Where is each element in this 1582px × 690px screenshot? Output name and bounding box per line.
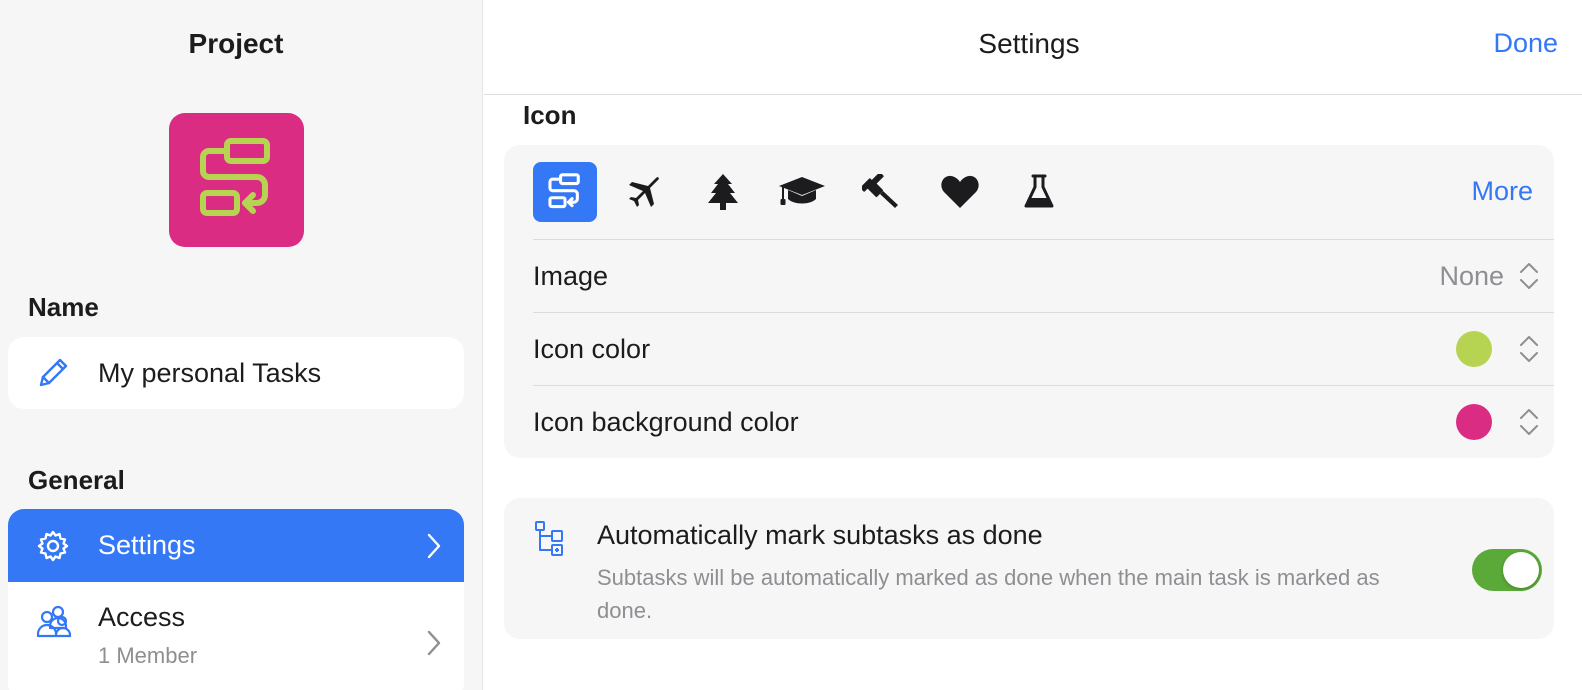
airplane-icon xyxy=(629,177,659,207)
icon-choice-gavel[interactable] xyxy=(849,162,913,222)
icon-picker: More xyxy=(533,162,1533,222)
up-down-chevron-icon xyxy=(1520,336,1538,362)
name-section-label: Name xyxy=(28,292,99,322)
sidebar-item-settings-label: Settings xyxy=(98,530,196,560)
tree-icon xyxy=(708,174,738,210)
icon-color-label: Icon color xyxy=(533,333,651,364)
general-nav: Settings Access 1 Member xyxy=(8,509,464,690)
more-icons-button[interactable]: More xyxy=(1471,176,1533,207)
page-title: Settings xyxy=(978,28,1080,59)
sidebar-item-access-sublabel: 1 Member xyxy=(98,643,198,668)
icon-settings-card: More Image None Icon color Icon backgrou… xyxy=(504,145,1554,458)
icon-background-color-label: Icon background color xyxy=(533,406,799,437)
chevron-right-icon xyxy=(427,533,441,558)
chevron-right-icon xyxy=(427,630,441,655)
auto-complete-subtasks-description: Subtasks will be automatically marked as… xyxy=(597,565,1380,623)
icon-background-color-row[interactable]: Icon background color xyxy=(533,385,1554,458)
icon-choice-tree[interactable] xyxy=(691,162,755,222)
gavel-icon xyxy=(862,174,898,208)
icon-color-row[interactable]: Icon color xyxy=(533,312,1554,385)
navigation-bar: Settings Done xyxy=(484,0,1582,95)
project-name-field[interactable]: My personal Tasks xyxy=(8,337,464,409)
general-section-label: General xyxy=(28,465,125,495)
icon-choice-heart[interactable] xyxy=(928,162,992,222)
icon-color-swatch xyxy=(1456,331,1492,367)
sidebar-item-access-label: Access xyxy=(98,602,186,632)
icon-choice-airplane[interactable] xyxy=(612,162,676,222)
workflow-icon xyxy=(548,173,580,209)
image-value: None xyxy=(1439,260,1504,291)
up-down-chevron-icon xyxy=(1520,409,1538,435)
icon-section-label: Icon xyxy=(523,100,577,130)
sidebar-title: Project xyxy=(188,28,284,59)
icon-choice-flask[interactable] xyxy=(1007,162,1071,222)
icon-choice-graduation-cap[interactable] xyxy=(770,162,834,222)
heart-icon xyxy=(941,175,979,208)
sidebar-item-settings[interactable]: Settings xyxy=(8,509,464,582)
auto-complete-subtasks-card: Automatically mark subtasks as done Subt… xyxy=(504,498,1554,639)
project-icon-preview xyxy=(169,113,304,247)
icon-background-color-swatch xyxy=(1456,404,1492,440)
gear-icon xyxy=(37,530,69,561)
workflow-icon xyxy=(199,138,270,216)
image-row[interactable]: Image None xyxy=(533,239,1554,312)
icon-choice-workflow[interactable] xyxy=(533,162,597,222)
project-name-value[interactable]: My personal Tasks xyxy=(98,358,321,389)
project-sidebar: Project Name My personal Tasks General S… xyxy=(0,0,483,690)
image-label: Image xyxy=(533,260,609,291)
flask-icon xyxy=(1024,174,1054,208)
graduation-cap-icon xyxy=(779,177,825,205)
subtask-tree-icon xyxy=(535,521,563,556)
done-button[interactable]: Done xyxy=(1493,28,1558,59)
settings-panel: Settings Done Icon More Image None Icon … xyxy=(484,0,1582,690)
toggle-knob xyxy=(1503,552,1539,588)
auto-complete-subtasks-toggle[interactable] xyxy=(1472,549,1542,591)
sidebar-item-access[interactable]: Access 1 Member xyxy=(8,582,464,690)
people-icon xyxy=(36,605,72,638)
up-down-chevron-icon xyxy=(1520,263,1538,289)
pencil-icon xyxy=(39,358,68,387)
auto-complete-subtasks-title: Automatically mark subtasks as done xyxy=(597,520,1043,550)
